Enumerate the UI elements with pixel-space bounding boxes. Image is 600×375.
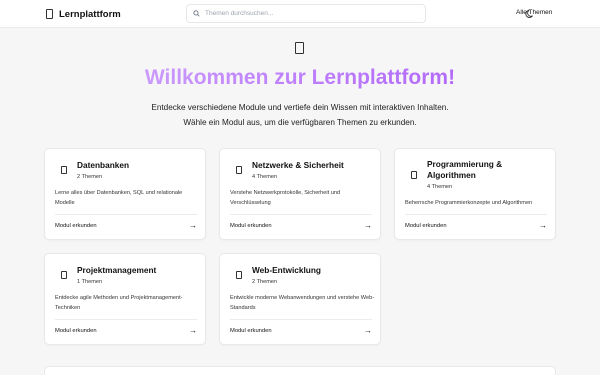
divider [55, 319, 197, 320]
explore-module-link[interactable]: Modul erkunden → [405, 220, 547, 232]
module-topic-count: 4 Themen [252, 174, 278, 180]
book-icon [236, 166, 242, 174]
book-icon [411, 171, 417, 179]
explore-module-label: Modul erkunden [405, 223, 447, 229]
module-card-netzwerke[interactable]: Netzwerke & Sicherheit 4 Themen Verstehe… [219, 148, 381, 240]
book-icon [295, 42, 304, 54]
explore-module-label: Modul erkunden [55, 328, 97, 334]
explore-module-label: Modul erkunden [55, 223, 97, 229]
module-topic-count: 4 Themen [427, 184, 453, 190]
module-card-projektmanagement[interactable]: Projektmanagement 1 Themen Entdecke agil… [44, 253, 206, 345]
divider [230, 319, 372, 320]
divider [405, 214, 547, 215]
module-description: Entwickle moderne Webanwendungen und ver… [230, 295, 375, 311]
page-title: Willkommen zur Lernplattform! [0, 66, 600, 90]
module-title: Datenbanken [77, 160, 130, 170]
search-input[interactable] [205, 10, 405, 17]
module-title: Programmierung & Algorithmen [427, 159, 503, 180]
module-card-datenbanken[interactable]: Datenbanken 2 Themen Lerne alles über Da… [44, 148, 206, 240]
explore-module-label: Modul erkunden [230, 328, 272, 334]
divider [230, 214, 372, 215]
explore-module-link[interactable]: Modul erkunden → [55, 220, 197, 232]
arrow-right-icon: → [189, 221, 197, 230]
explore-module-link[interactable]: Modul erkunden → [55, 325, 197, 337]
module-topic-count: 1 Themen [77, 279, 103, 285]
bottom-panel [44, 366, 556, 375]
top-navbar: Lernplattform Alle Themen [0, 0, 600, 28]
subtitle-line: Entdecke verschiedene Module und vertief… [151, 103, 449, 112]
module-description: Verstehe Netzwerkprotokolle, Sicherheit … [230, 190, 341, 206]
arrow-right-icon: → [364, 326, 372, 335]
explore-module-link[interactable]: Modul erkunden → [230, 325, 372, 337]
module-topic-count: 2 Themen [252, 279, 278, 285]
divider [55, 214, 197, 215]
book-icon [61, 166, 67, 174]
book-icon [61, 271, 67, 279]
book-icon [236, 271, 242, 279]
arrow-right-icon: → [539, 221, 547, 230]
module-title: Netzwerke & Sicherheit [252, 160, 344, 170]
home-link[interactable]: Lernplattform [46, 7, 121, 21]
arrow-right-icon: → [189, 326, 197, 335]
all-topics-link[interactable]: Alle Themen [516, 9, 552, 16]
subtitle-line: Wähle ein Modul aus, um die verfügbaren … [183, 117, 417, 127]
search-icon [193, 10, 200, 17]
book-icon [46, 9, 53, 19]
module-title: Web-Entwicklung [252, 265, 321, 275]
module-description: Lerne alles über Datenbanken, SQL und re… [55, 190, 183, 206]
module-card-programmierung[interactable]: Programmierung & Algorithmen 4 Themen Be… [394, 148, 556, 240]
module-description: Beherrsche Programmierkonzepte und Algor… [405, 200, 533, 206]
app-title: Lernplattform [59, 8, 121, 20]
arrow-right-icon: → [364, 221, 372, 230]
search-box[interactable] [186, 4, 426, 23]
explore-module-label: Modul erkunden [230, 223, 272, 229]
explore-module-link[interactable]: Modul erkunden → [230, 220, 372, 232]
module-topic-count: 2 Themen [77, 174, 103, 180]
module-card-web-entwicklung[interactable]: Web-Entwicklung 2 Themen Entwickle moder… [219, 253, 381, 345]
module-description: Entdecke agile Methoden und Projektmanag… [55, 295, 183, 311]
page-subtitle: Entdecke verschiedene Module und vertief… [0, 101, 600, 130]
module-title: Projektmanagement [77, 265, 157, 275]
